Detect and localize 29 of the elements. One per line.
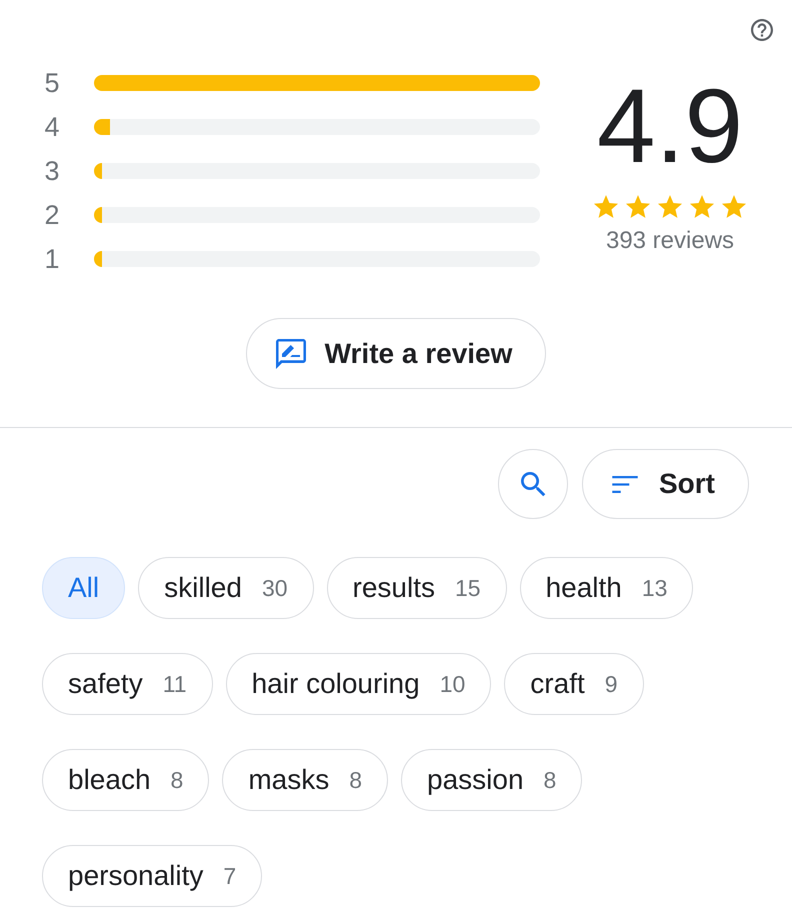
topic-chip[interactable]: health 13 [520, 557, 694, 619]
filled-star-icon [658, 195, 682, 218]
topic-chip[interactable]: personality 7 [42, 845, 262, 907]
topic-chip[interactable]: craft 9 [504, 653, 644, 715]
topic-chip[interactable]: hair colouring 10 [226, 653, 492, 715]
topic-chip[interactable]: safety 11 [42, 653, 213, 715]
topic-chip[interactable]: passion 8 [401, 749, 582, 811]
sort-icon [612, 476, 638, 492]
star-level-label: 1 [43, 246, 61, 272]
topic-chip[interactable]: All [42, 557, 126, 619]
review-edit-icon [276, 338, 306, 368]
topic-chip[interactable]: masks 8 [222, 749, 388, 811]
star-level-label: 4 [43, 114, 61, 140]
search-icon [520, 472, 546, 496]
filled-star-icon [722, 195, 746, 218]
sort-button[interactable]: Sort [582, 449, 749, 519]
filled-star-icon [626, 195, 650, 218]
review-count: 393 reviews [606, 227, 734, 255]
filled-star-icon [594, 195, 618, 218]
help-icon[interactable] [751, 19, 773, 41]
average-rating: 4.9 [597, 74, 743, 179]
filled-star-icon [690, 195, 714, 218]
write-review-button[interactable]: Write a review [246, 318, 546, 389]
star-level-label: 3 [43, 158, 61, 184]
topic-chip[interactable]: skilled 30 [138, 557, 314, 619]
star-level-label: 5 [43, 70, 61, 96]
topic-chip[interactable]: results 15 [326, 557, 507, 619]
topic-chip[interactable]: bleach 8 [42, 749, 210, 811]
star-level-label: 2 [43, 202, 61, 228]
